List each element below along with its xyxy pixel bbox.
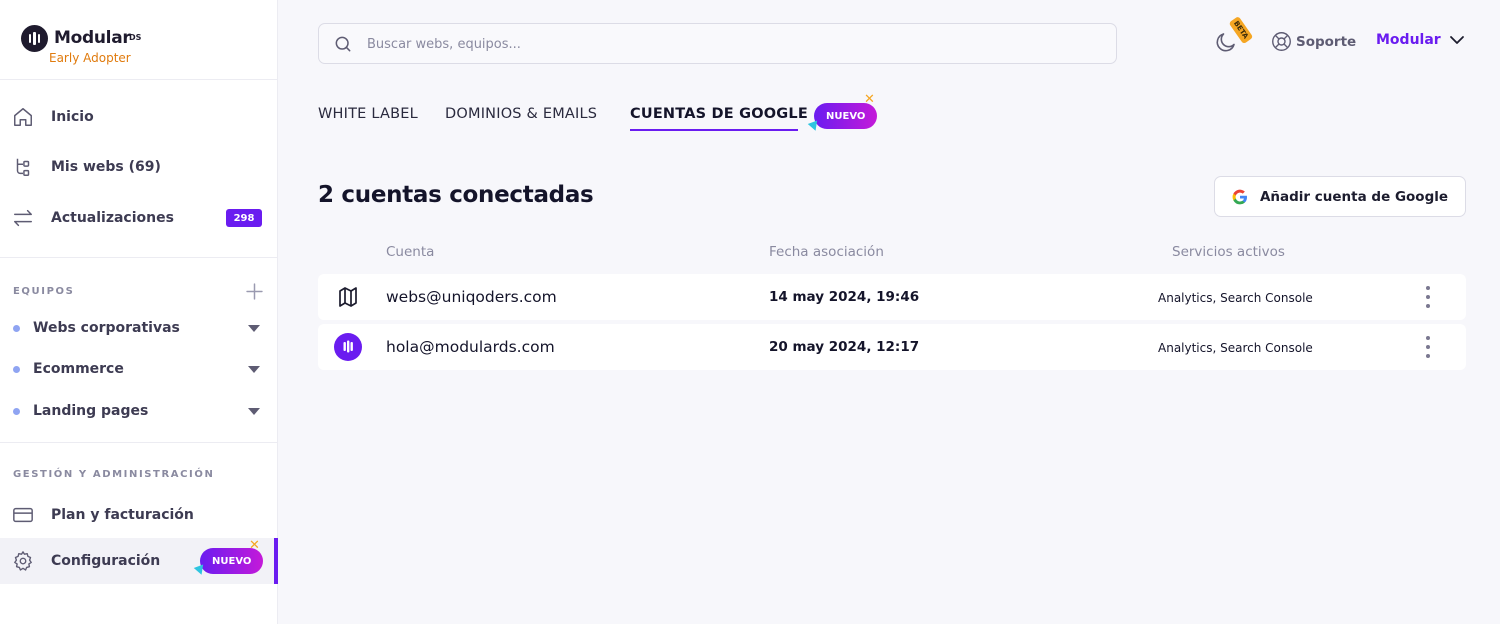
sitemap-icon: [16, 158, 30, 176]
tab-cuentas-google[interactable]: CUENTAS DE GOOGLE: [630, 106, 808, 122]
credit-card-icon: [13, 507, 33, 523]
google-logo-icon: [1232, 189, 1247, 204]
account-email: webs@uniqoders.com: [386, 288, 557, 306]
sidebar-team-webs-corporativas[interactable]: Webs corporativas: [0, 313, 278, 343]
sidebar-item-actualizaciones[interactable]: Actualizaciones 298: [0, 196, 278, 240]
uniqoders-logo-icon: [339, 287, 357, 307]
support-label: Soporte: [1296, 33, 1357, 50]
active-services: Analytics, Search Console: [1158, 291, 1313, 305]
sidebar-item-label: Mis webs (69): [51, 159, 161, 175]
account-email: hola@modulards.com: [386, 338, 555, 356]
sparkle-icon: ✕: [864, 92, 875, 107]
sidebar-item-mis-webs[interactable]: Mis webs (69): [0, 145, 278, 189]
modular-logo-icon: [334, 333, 362, 361]
chevron-down-icon: [1449, 36, 1464, 44]
sidebar-item-configuracion[interactable]: Configuración NUEVO ✕: [0, 538, 278, 584]
team-dot: [13, 407, 20, 415]
caret-down-icon[interactable]: [248, 324, 260, 332]
arrows-exchange-icon: [14, 209, 32, 227]
active-tab-indicator: [630, 129, 798, 131]
sidebar-item-label: Actualizaciones: [51, 210, 174, 226]
table-row[interactable]: hola@modulards.com 20 may 2024, 12:17 An…: [318, 324, 1466, 370]
modular-logo-icon: [21, 25, 48, 52]
sidebar-item-label: Configuración: [51, 553, 161, 569]
sparkle-icon: ✕: [249, 538, 260, 553]
brand-suffix: DS: [129, 33, 142, 42]
divider: [0, 257, 278, 258]
support-link[interactable]: Soporte: [1271, 31, 1356, 52]
sidebar-item-label: Plan y facturación: [51, 507, 194, 523]
search-input[interactable]: [367, 33, 1087, 55]
page-title: 2 cuentas conectadas: [318, 182, 594, 208]
sidebar-team-ecommerce[interactable]: Ecommerce: [0, 354, 278, 384]
tab-dominios-emails[interactable]: DOMINIOS & EMAILS: [445, 106, 597, 122]
team-dot: [13, 324, 20, 332]
active-indicator: [274, 538, 278, 584]
team-label: Webs corporativas: [33, 320, 180, 336]
more-options-icon[interactable]: [1422, 336, 1434, 358]
add-team-icon[interactable]: [246, 283, 263, 300]
association-date: 20 may 2024, 12:17: [769, 339, 920, 355]
association-date: 14 may 2024, 19:46: [769, 289, 920, 305]
search-bar[interactable]: [318, 23, 1117, 64]
caret-down-icon[interactable]: [248, 407, 260, 415]
sidebar-item-inicio[interactable]: Inicio: [0, 95, 278, 139]
sidebar-team-landing-pages[interactable]: Landing pages: [0, 396, 278, 426]
sidebar: Modular DS Early Adopter Inicio Mis webs…: [0, 0, 278, 624]
add-button-label: Añadir cuenta de Google: [1259, 188, 1449, 205]
divider: [0, 442, 278, 443]
home-icon: [14, 108, 32, 126]
more-options-icon[interactable]: [1422, 286, 1434, 308]
caret-down-icon[interactable]: [248, 365, 260, 373]
table-row[interactable]: webs@uniqoders.com 14 may 2024, 19:46 An…: [318, 274, 1466, 320]
lifebuoy-icon: [1272, 32, 1291, 51]
column-header-cuenta: Cuenta: [386, 244, 435, 260]
team-label: Ecommerce: [33, 361, 124, 377]
account-menu[interactable]: Modular: [1376, 32, 1465, 48]
sidebar-item-plan-facturacion[interactable]: Plan y facturación: [0, 493, 278, 537]
add-google-account-button[interactable]: Añadir cuenta de Google: [1214, 176, 1466, 217]
search-icon: [335, 36, 351, 52]
brand[interactable]: Modular DS Early Adopter: [0, 0, 277, 80]
brand-name: Modular: [54, 28, 131, 48]
sidebar-item-label: Inicio: [51, 109, 94, 125]
teams-section-title: EQUIPOS: [13, 286, 75, 297]
dark-mode-moon-icon[interactable]: [1214, 30, 1238, 54]
tab-white-label[interactable]: WHITE LABEL: [318, 106, 418, 122]
brand-subtitle: Early Adopter: [49, 51, 131, 65]
admin-section-title: GESTIÓN Y ADMINISTRACIÓN: [13, 469, 215, 480]
team-label: Landing pages: [33, 403, 149, 419]
gear-icon: [14, 551, 32, 571]
updates-count-badge: 298: [226, 209, 262, 227]
column-header-servicios: Servicios activos: [1172, 244, 1285, 260]
account-label: Modular: [1376, 32, 1441, 48]
column-header-fecha: Fecha asociación: [769, 244, 884, 260]
active-services: Analytics, Search Console: [1158, 341, 1313, 355]
team-dot: [13, 365, 20, 373]
